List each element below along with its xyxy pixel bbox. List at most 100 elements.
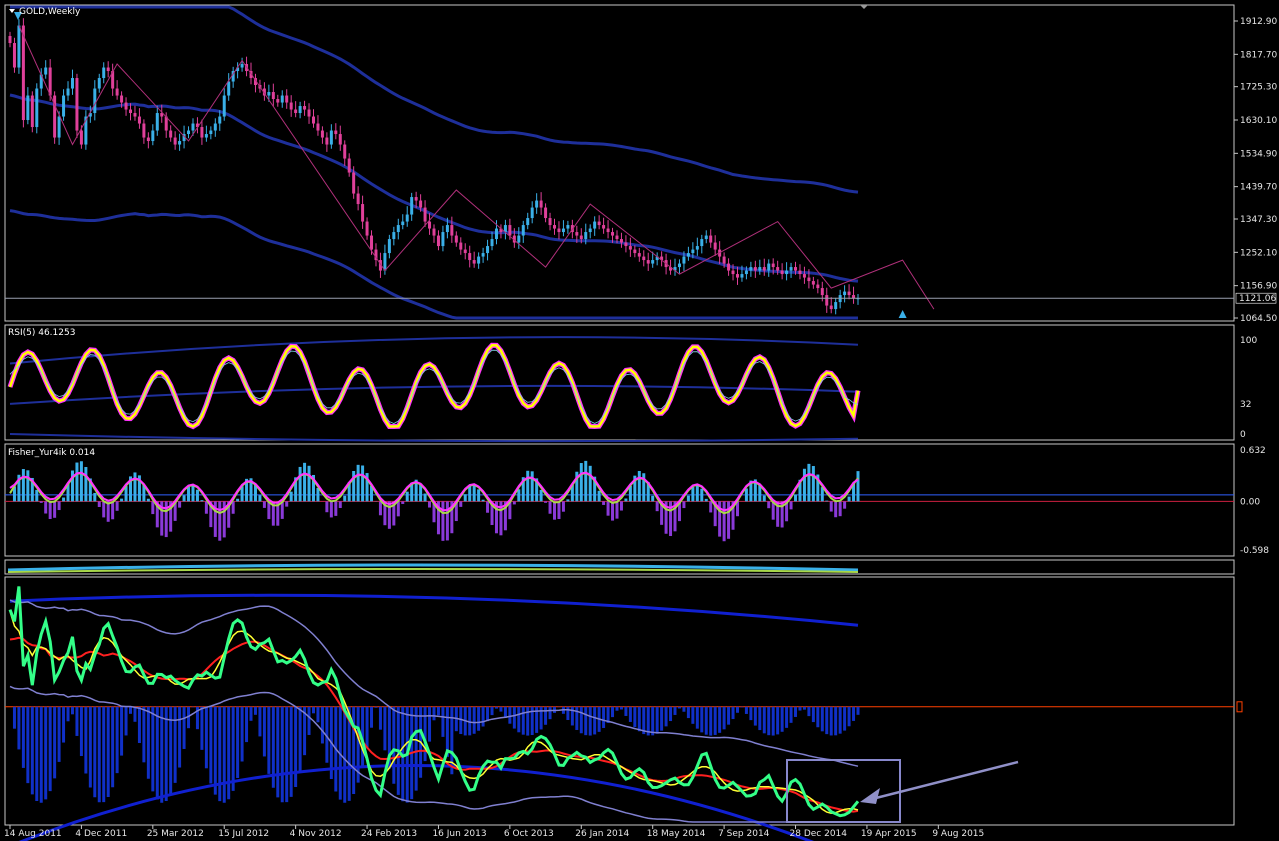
chart-canvas: 1912.90 1817.70 1725.30 1630.10 1534.90 1439.… bbox=[4, 4, 1277, 841]
zigzag-line bbox=[18, 25, 935, 310]
annotation-arrow bbox=[867, 760, 1019, 802]
candle-body bbox=[21, 25, 25, 121]
candle-body bbox=[561, 228, 565, 233]
candle-body bbox=[646, 260, 650, 264]
candle-body bbox=[682, 256, 686, 264]
candle-body bbox=[544, 207, 548, 219]
mini-indicator bbox=[7, 563, 859, 573]
annotation-arrowhead-icon bbox=[860, 788, 880, 804]
candle-body bbox=[704, 235, 708, 240]
fisher-bar bbox=[838, 501, 842, 517]
fisher-bar bbox=[606, 501, 610, 516]
fisher-bar bbox=[146, 498, 150, 502]
candle-body bbox=[445, 225, 449, 233]
fisher-tick-label: 0.632 bbox=[1240, 446, 1266, 456]
candle-body bbox=[280, 95, 284, 103]
candle-body bbox=[450, 225, 454, 236]
candle-body bbox=[17, 25, 21, 68]
candle-body bbox=[120, 95, 124, 103]
candle-body bbox=[93, 88, 97, 114]
candle-body bbox=[575, 232, 579, 236]
price-tick-label: 1912.90 bbox=[1240, 17, 1277, 27]
time-tick-label: 16 Jun 2013 bbox=[432, 829, 486, 839]
candle-body bbox=[48, 67, 52, 96]
fisher-bar bbox=[39, 501, 43, 503]
candle-body bbox=[619, 239, 623, 243]
mini-line-2 bbox=[7, 568, 859, 573]
fisher-bar bbox=[767, 501, 771, 509]
fisher-bar bbox=[615, 501, 619, 519]
fisher-bar bbox=[686, 495, 690, 502]
time-tick-label: 18 May 2014 bbox=[647, 829, 706, 839]
candle-body bbox=[677, 263, 681, 268]
candle-body bbox=[75, 78, 79, 131]
oscillator-lines bbox=[5, 586, 1243, 841]
up-arrow-icon bbox=[898, 310, 907, 318]
candle-body bbox=[8, 36, 12, 44]
fisher-bar bbox=[704, 498, 708, 502]
candle-body bbox=[557, 228, 561, 233]
price-tick-label: 1439.70 bbox=[1240, 183, 1277, 193]
main-price-panel bbox=[4, 4, 1235, 322]
candle-body bbox=[508, 225, 512, 236]
candle-body bbox=[285, 95, 289, 103]
fisher-bar bbox=[334, 501, 338, 516]
candle-body bbox=[593, 221, 597, 229]
fisher-bar bbox=[762, 495, 766, 502]
fisher-bar bbox=[588, 465, 592, 502]
candle-body bbox=[762, 267, 766, 271]
fisher-bar bbox=[361, 465, 365, 502]
candle-body bbox=[454, 235, 458, 243]
candle-body bbox=[566, 225, 570, 229]
price-tick-label: 1725.30 bbox=[1240, 83, 1277, 93]
fisher-bar bbox=[553, 501, 557, 520]
fisher-bar bbox=[298, 466, 302, 502]
candle-body bbox=[477, 256, 481, 264]
fisher-bar bbox=[843, 501, 847, 509]
candle-body bbox=[494, 228, 498, 240]
rsi-tick-label: 100 bbox=[1240, 336, 1257, 346]
fisher-bar bbox=[512, 501, 516, 505]
chart-menu-triangle-icon[interactable] bbox=[9, 9, 15, 13]
candle-body bbox=[155, 113, 159, 131]
candle-body bbox=[700, 239, 704, 247]
upper-band-line bbox=[10, 5, 859, 194]
fisher-bar bbox=[468, 486, 472, 502]
candle-body bbox=[370, 235, 374, 250]
candle-body bbox=[365, 221, 369, 236]
fisher-bar bbox=[48, 501, 52, 520]
rsi-upper-band bbox=[9, 336, 859, 365]
fisher-histogram: 0.632 0.00 -0.598 bbox=[5, 446, 1269, 556]
candle-body bbox=[124, 102, 128, 110]
candle-body bbox=[423, 207, 427, 222]
fisher-bar bbox=[343, 495, 347, 502]
candle-body bbox=[204, 134, 208, 138]
fisher-bar bbox=[93, 492, 97, 502]
fisher-bar bbox=[182, 495, 186, 502]
candle-body bbox=[414, 197, 418, 201]
candle-body bbox=[97, 78, 101, 89]
candle-body bbox=[106, 67, 110, 72]
time-tick-label: 28 Dec 2014 bbox=[790, 829, 848, 839]
candle-body bbox=[771, 263, 775, 268]
fisher-bar bbox=[441, 501, 445, 541]
candle-body bbox=[807, 277, 811, 282]
fisher-bar bbox=[459, 501, 463, 507]
fisher-bar bbox=[544, 501, 548, 503]
fisher-bar bbox=[561, 501, 565, 512]
fisher-tick-label: -0.598 bbox=[1240, 546, 1269, 556]
candle-body bbox=[361, 204, 365, 222]
candles bbox=[8, 12, 935, 318]
fisher-bar bbox=[539, 489, 543, 502]
candle-body bbox=[651, 260, 655, 264]
candle-body bbox=[526, 218, 530, 226]
candle-body bbox=[722, 256, 726, 264]
candle-body bbox=[811, 281, 815, 285]
osc-level-marker bbox=[1236, 701, 1243, 713]
candle-body bbox=[62, 95, 66, 117]
candle-body bbox=[731, 270, 735, 275]
time-tick-label: 4 Nov 2012 bbox=[290, 829, 342, 839]
candle-body bbox=[749, 267, 753, 271]
candle-body bbox=[637, 253, 641, 257]
candle-body bbox=[758, 267, 762, 271]
